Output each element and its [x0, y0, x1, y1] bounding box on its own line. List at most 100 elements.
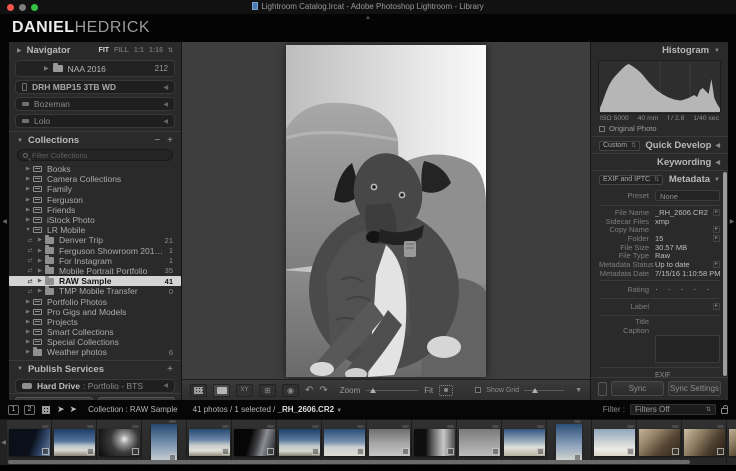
filmstrip-thumbnail[interactable] [322, 420, 367, 465]
collection-row[interactable]: ⇄ ▶ Denver Trip 21 [9, 235, 181, 245]
original-photo-checkbox[interactable] [599, 126, 605, 132]
expand-icon[interactable]: ▶ [23, 197, 33, 203]
publish-plus-button[interactable]: + [167, 364, 173, 375]
filmstrip-thumbnail[interactable] [502, 420, 547, 465]
filmstrip-thumbnail[interactable] [592, 420, 637, 465]
metadata-header[interactable]: EXIF and IPTC ⇅ Metadata ▼ [591, 170, 728, 187]
collection-row[interactable]: ⇄ ▶ Family [9, 184, 181, 194]
thumbnail-image[interactable] [414, 429, 455, 456]
zoom-ratio-button[interactable]: 1:16 [149, 47, 163, 54]
collapse-top-panel-icon[interactable]: ▲ [365, 15, 371, 21]
thumbnail-image[interactable] [279, 429, 320, 456]
navigator-header[interactable]: ▶ Navigator FIT FILL 1:1 1:16 ⇅ [9, 42, 181, 58]
filter-dropdown[interactable]: Filters Off ⇅ [630, 404, 716, 415]
publish-services-header[interactable]: ▼ Publish Services + [9, 360, 181, 377]
zoom-slider[interactable] [366, 390, 418, 391]
expand-icon[interactable]: ▶ [23, 207, 33, 213]
people-view-button[interactable]: ◉ [282, 384, 299, 397]
thumbnail-image[interactable] [99, 429, 140, 456]
collection-row[interactable]: ⇄ ▶ RAW Sample 41 [9, 276, 181, 286]
thumbnail-image[interactable] [556, 424, 582, 462]
caption-input[interactable] [655, 335, 720, 363]
forward-arrow-icon[interactable]: ➤ [70, 404, 78, 415]
go-to-grid-icon[interactable] [42, 406, 50, 414]
expand-icon[interactable]: ▶ [23, 186, 33, 192]
expand-icon[interactable]: ▶ [35, 278, 45, 284]
collection-row[interactable]: ⇄ ▶ Special Collections [9, 337, 181, 347]
toolbar-options-icon[interactable]: ▼ [575, 387, 582, 394]
filmstrip-selection[interactable]: 41 photos / 1 selected / _RH_2606.CR2 ▼ [193, 405, 343, 414]
collection-row[interactable]: ⇄ ▶ Pro Gigs and Models [9, 307, 181, 317]
filter-lock-icon[interactable] [721, 408, 728, 414]
filmstrip-thumbnail[interactable] [547, 420, 592, 465]
filmstrip-source[interactable]: Collection : RAW Sample [88, 405, 178, 414]
collection-row[interactable]: ⇄ ▶ Mobile Portrait Portfolio 35 [9, 266, 181, 276]
keywording-header[interactable]: Keywording ◀ [591, 153, 728, 170]
export-button[interactable]: Export... [98, 397, 176, 400]
show-grid-checkbox[interactable] [475, 387, 481, 393]
collection-row[interactable]: ⇄ ▶ For Instagram 1 [9, 256, 181, 266]
filmstrip-thumbnail[interactable] [637, 420, 682, 465]
thumbnail-image[interactable] [594, 429, 635, 456]
zoom-ratio-popup-icon[interactable]: ⇅ [168, 47, 173, 54]
rotate-left-button[interactable]: ↶ [305, 385, 313, 396]
back-arrow-icon[interactable]: ➤ [57, 404, 65, 415]
left-panel-collapse-strip[interactable]: ◀ [0, 42, 9, 400]
expand-icon[interactable]: ▶ [23, 309, 33, 315]
filmstrip-thumbnail[interactable] [682, 420, 727, 465]
zoom-1-1-button[interactable]: 1:1 [134, 47, 144, 54]
histogram-chart[interactable] [598, 60, 721, 114]
filmstrip-thumbnail[interactable] [727, 420, 736, 465]
expand-icon[interactable]: ▼ [23, 227, 33, 233]
second-window-button[interactable]: 2 [24, 405, 35, 415]
expand-icon[interactable]: ▶ [35, 288, 45, 294]
collection-row[interactable]: ⇄ ▶ Portfolio Photos [9, 296, 181, 306]
thumbnail-image[interactable] [151, 424, 177, 462]
filmstrip-thumbnail[interactable] [52, 420, 97, 465]
collection-row[interactable]: ⇄ ▶ TMP Mobile Transfer 0 [9, 286, 181, 296]
volume-row[interactable]: Lolo ◀ [15, 114, 175, 128]
thumbnail-image[interactable] [234, 429, 275, 456]
rating-stars[interactable]: · · · · · [655, 285, 720, 294]
import-button[interactable]: Import... [15, 397, 93, 400]
collection-row[interactable]: ⇄ ▼ LR Mobile [9, 225, 181, 235]
metadata-mode-dropdown[interactable]: EXIF and IPTC ⇅ [599, 175, 663, 185]
folder-row[interactable]: ▶ NAA 2016 212 [16, 61, 174, 76]
filmstrip-thumbnail[interactable] [142, 420, 187, 465]
expand-icon[interactable]: ▶ [23, 349, 33, 355]
volume-row[interactable]: DRH MBP15 3TB WD ◀ [15, 80, 175, 94]
filmstrip-thumbnail[interactable] [187, 420, 232, 465]
collection-row[interactable]: ⇄ ▶ Books [9, 164, 181, 174]
filmstrip-thumbnail[interactable] [277, 420, 322, 465]
collection-row[interactable]: ⇄ ▶ Ferguson [9, 195, 181, 205]
volume-row[interactable]: Bozeman ◀ [15, 97, 175, 111]
filmstrip-thumbnail[interactable] [97, 420, 142, 465]
metadata-preset-dropdown[interactable]: None [655, 190, 720, 201]
filmstrip-thumbnail[interactable] [367, 420, 412, 465]
collection-row[interactable]: ⇄ ▶ Ferguson Showroom 2016... 1 [9, 246, 181, 256]
quick-develop-header[interactable]: Custom ⇅ Quick Develop ◀ [591, 136, 728, 153]
zoom-slider-thumb[interactable] [370, 388, 376, 393]
grid-size-slider[interactable] [524, 390, 564, 391]
thumbnail-image[interactable] [684, 429, 725, 456]
main-window-button[interactable]: 1 [8, 405, 19, 415]
expand-icon[interactable]: ▶ [35, 268, 45, 274]
rotate-right-button[interactable]: ↷ [319, 385, 327, 396]
collection-row[interactable]: ⇄ ▶ iStock Photo [9, 215, 181, 225]
quick-develop-preset-dropdown[interactable]: Custom ⇅ [599, 141, 640, 151]
zoom-fit-button[interactable]: FIT [99, 47, 110, 54]
filmstrip-thumbnail[interactable] [7, 420, 52, 465]
expand-icon[interactable]: ▶ [35, 258, 45, 264]
collection-row[interactable]: ⇄ ▶ Projects [9, 317, 181, 327]
thumbnail-image[interactable] [639, 429, 680, 456]
compare-view-button[interactable]: XY [236, 384, 253, 397]
expand-icon[interactable]: ▶ [23, 176, 33, 182]
loupe-view-button[interactable] [213, 384, 230, 397]
filmstrip-scrollbar[interactable] [8, 460, 690, 464]
autosync-toggle[interactable] [598, 382, 607, 396]
collection-row[interactable]: ⇄ ▶ Smart Collections [9, 327, 181, 337]
histogram-header[interactable]: Histogram ▼ [591, 42, 728, 58]
expand-icon[interactable]: ▶ [23, 217, 33, 223]
filmstrip-thumbnail[interactable] [232, 420, 277, 465]
thumbnail-image[interactable] [459, 429, 500, 456]
